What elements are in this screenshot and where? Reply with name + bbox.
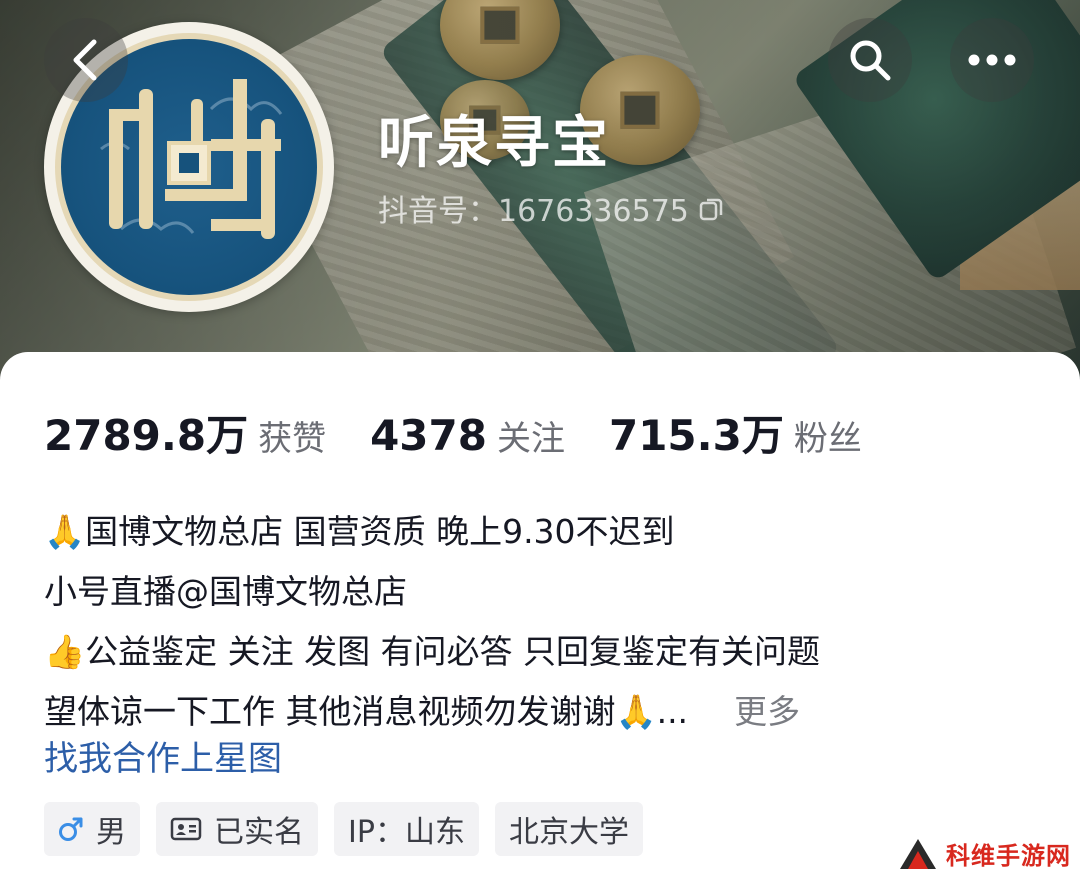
ip-location-tag: IP：山东: [334, 802, 479, 856]
search-icon: [850, 40, 891, 81]
gender-tag: 男: [44, 802, 140, 856]
search-button[interactable]: [828, 18, 912, 102]
ip-location-label: IP：山东: [348, 815, 465, 850]
profile-stats: 2789.8万 获赞 4378 关注 715.3万 粉丝: [44, 402, 906, 463]
bio-line-last: 望体谅一下工作 其他消息视频勿发谢谢🙏... 更多: [44, 682, 1044, 742]
chevron-left-icon: [73, 39, 97, 81]
bio-line: 🙏国博文物总店 国营资质 晚上9.30不迟到: [44, 512, 675, 551]
likes-count: 2789.8万: [44, 411, 249, 460]
bio-line: 小号直播@国博文物总店: [44, 572, 407, 611]
verified-tag-label: 已实名: [214, 815, 304, 850]
following-count: 4378: [370, 411, 487, 460]
watermark: 科维手游网: [898, 836, 1071, 871]
back-button[interactable]: [44, 18, 128, 102]
gender-tag-label: 男: [96, 815, 126, 850]
following-label: 关注: [496, 419, 565, 459]
followers-stat[interactable]: 715.3万 粉丝: [609, 402, 862, 463]
douyin-id[interactable]: 抖音号：1676336575: [378, 186, 725, 230]
school-tag[interactable]: 北京大学: [494, 802, 643, 856]
bio-line-text: 望体谅一下工作 其他消息视频勿发谢谢🙏...: [44, 692, 689, 731]
account-name: 听泉寻宝: [378, 111, 610, 176]
profile-bio[interactable]: 🙏国博文物总店 国营资质 晚上9.30不迟到 小号直播@国博文物总店 👍公益鉴定…: [44, 502, 1044, 742]
verified-tag[interactable]: 已实名: [156, 802, 318, 856]
following-stat[interactable]: 4378 关注: [370, 411, 565, 460]
more-dots-icon: [968, 54, 1016, 66]
watermark-logo-icon: [900, 838, 936, 869]
profile-tags: 男 已实名 IP：山东 北京大学: [44, 802, 659, 856]
douyin-id-text: 抖音号：1676336575: [378, 194, 689, 229]
likes-stat[interactable]: 2789.8万 获赞: [44, 402, 326, 463]
id-card-icon: [170, 816, 202, 842]
school-tag-label: 北京大学: [508, 815, 629, 850]
bio-more-button[interactable]: 更多: [734, 692, 800, 731]
cooperation-link[interactable]: 找我合作上星图: [44, 734, 282, 784]
followers-count: 715.3万: [608, 411, 784, 460]
followers-label: 粉丝: [793, 419, 862, 459]
watermark-text: 科维手游网: [946, 842, 1071, 870]
male-icon: [58, 816, 84, 842]
copy-icon[interactable]: [699, 195, 725, 221]
more-options-button[interactable]: [950, 18, 1034, 102]
likes-label: 获赞: [258, 419, 327, 459]
bio-line: 👍公益鉴定 关注 发图 有问必答 只回复鉴定有关问题: [44, 632, 821, 671]
